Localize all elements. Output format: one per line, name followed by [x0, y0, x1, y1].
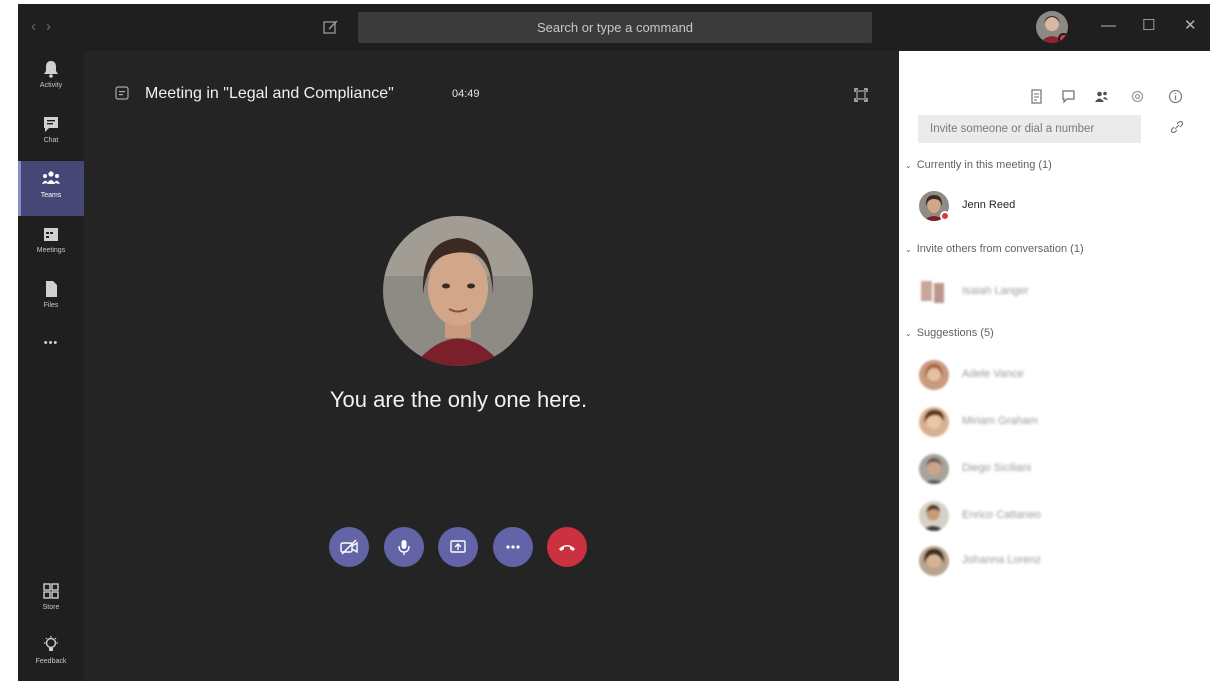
rail-label-activity: Activity — [39, 82, 63, 89]
avatar — [919, 277, 949, 307]
person-photo-icon — [919, 277, 949, 307]
rail-label-chat: Chat — [43, 137, 59, 144]
hang-up-button[interactable] — [547, 527, 587, 567]
meeting-chat-icon[interactable] — [115, 86, 129, 100]
avatar — [919, 360, 949, 390]
camera-toggle-button[interactable] — [329, 527, 369, 567]
teams-icon — [42, 171, 60, 184]
meeting-stage: Meeting in "Legal and Compliance" 04:49 … — [84, 51, 899, 681]
participant-item[interactable]: Jenn Reed — [919, 191, 1219, 225]
info-icon[interactable] — [1168, 89, 1183, 104]
copy-link-icon[interactable] — [1169, 119, 1185, 135]
suggested-person-item[interactable]: Johanna Lorenz — [919, 546, 1219, 580]
store-icon — [43, 583, 59, 599]
lightbulb-icon — [44, 636, 58, 651]
rail-label-files: Files — [43, 302, 59, 309]
rail-item-activity[interactable]: Activity — [18, 51, 84, 106]
share-screen-button[interactable] — [438, 527, 478, 567]
person-name: Miriam Graham — [962, 415, 1038, 427]
collapse-caret-icon: ⌄ — [905, 329, 912, 338]
rail-label-teams: Teams — [40, 192, 62, 199]
rail-item-files[interactable]: Files — [18, 271, 84, 326]
section-label: Invite others from conversation (1) — [916, 243, 1084, 255]
rail-item-teams[interactable]: Teams — [18, 161, 84, 216]
back-button[interactable]: ‹ — [31, 19, 36, 35]
participants-icon[interactable] — [1094, 89, 1109, 104]
person-name: Isaiah Langer — [962, 285, 1029, 297]
participant-photo-icon — [383, 216, 533, 366]
section-label: Currently in this meeting (1) — [916, 159, 1052, 171]
collapse-caret-icon: ⌄ — [905, 245, 912, 254]
meeting-timer: 04:49 — [452, 88, 480, 100]
more-apps-button[interactable]: ••• — [18, 337, 84, 361]
minimize-button[interactable]: — — [1101, 17, 1116, 35]
section-invite-others[interactable]: ⌄ Invite others from conversation (1) — [905, 243, 1084, 255]
hang-up-icon — [559, 545, 575, 551]
user-avatar[interactable] — [1036, 11, 1068, 43]
meeting-notes-icon[interactable] — [1029, 89, 1044, 104]
section-label: Suggestions (5) — [916, 327, 994, 339]
participant-avatar — [383, 216, 533, 366]
rail-label-meetings: Meetings — [36, 247, 66, 254]
file-icon — [46, 281, 57, 297]
title-bar: ‹ › Search or type a command — ☐ ✕ — [18, 4, 1210, 51]
camera-off-icon — [340, 539, 358, 555]
person-name: Enrico Cattaneo — [962, 509, 1041, 521]
avatar — [919, 454, 949, 484]
avatar — [919, 407, 949, 437]
close-button[interactable]: ✕ — [1184, 17, 1197, 35]
conversation-person-item[interactable]: Isaiah Langer — [919, 277, 1219, 311]
share-screen-icon — [450, 540, 466, 553]
section-suggestions[interactable]: ⌄ Suggestions (5) — [905, 327, 994, 339]
rail-label-feedback: Feedback — [35, 658, 67, 665]
search-input[interactable]: Search or type a command — [358, 12, 872, 43]
microphone-icon — [398, 540, 410, 555]
invite-input[interactable]: Invite someone or dial a number — [918, 115, 1141, 143]
person-photo-icon — [919, 360, 949, 390]
rail-item-chat[interactable]: Chat — [18, 106, 84, 161]
rail-item-meetings[interactable]: Meetings — [18, 216, 84, 271]
fullscreen-icon[interactable] — [853, 87, 869, 103]
app-rail: Activity Chat Teams Meetings Files ••• S… — [18, 51, 84, 681]
person-photo-icon — [919, 454, 949, 484]
compose-icon[interactable] — [322, 18, 340, 36]
meeting-status-message: You are the only one here. — [329, 387, 588, 412]
suggested-person-item[interactable]: Miriam Graham — [919, 407, 1219, 441]
person-name: Diego Siciliani — [962, 462, 1032, 474]
person-name: Johanna Lorenz — [962, 554, 1041, 566]
maximize-button[interactable]: ☐ — [1142, 17, 1155, 35]
settings-icon[interactable] — [1130, 89, 1145, 104]
meeting-title: Meeting in "Legal and Compliance" — [145, 85, 394, 102]
suggested-person-item[interactable]: Adele Vance — [919, 360, 1219, 394]
person-photo-icon — [919, 501, 949, 531]
calendar-icon — [44, 228, 58, 241]
presence-busy-icon — [1058, 33, 1068, 43]
presence-busy-icon — [940, 211, 950, 221]
avatar — [919, 501, 949, 531]
participants-panel: Invite someone or dial a number ⌄ Current… — [899, 51, 1227, 681]
more-options-icon — [506, 545, 520, 549]
conversation-icon[interactable] — [1061, 89, 1076, 104]
suggested-person-item[interactable]: Enrico Cattaneo — [919, 501, 1219, 535]
participant-name: Jenn Reed — [962, 199, 1016, 211]
rail-label-store: Store — [42, 604, 60, 611]
forward-button[interactable]: › — [46, 19, 51, 35]
rail-item-store[interactable]: Store — [18, 573, 84, 628]
microphone-button[interactable] — [384, 527, 424, 567]
chat-icon — [44, 117, 58, 132]
section-current-participants[interactable]: ⌄ Currently in this meeting (1) — [905, 159, 1052, 171]
person-name: Adele Vance — [962, 368, 1024, 380]
rail-item-feedback[interactable]: Feedback — [18, 627, 84, 681]
suggested-person-item[interactable]: Diego Siciliani — [919, 454, 1219, 488]
collapse-caret-icon: ⌄ — [905, 161, 912, 170]
person-photo-icon — [919, 546, 949, 576]
bell-icon — [44, 61, 58, 78]
person-photo-icon — [919, 407, 949, 437]
more-options-button[interactable] — [493, 527, 533, 567]
avatar — [919, 546, 949, 576]
